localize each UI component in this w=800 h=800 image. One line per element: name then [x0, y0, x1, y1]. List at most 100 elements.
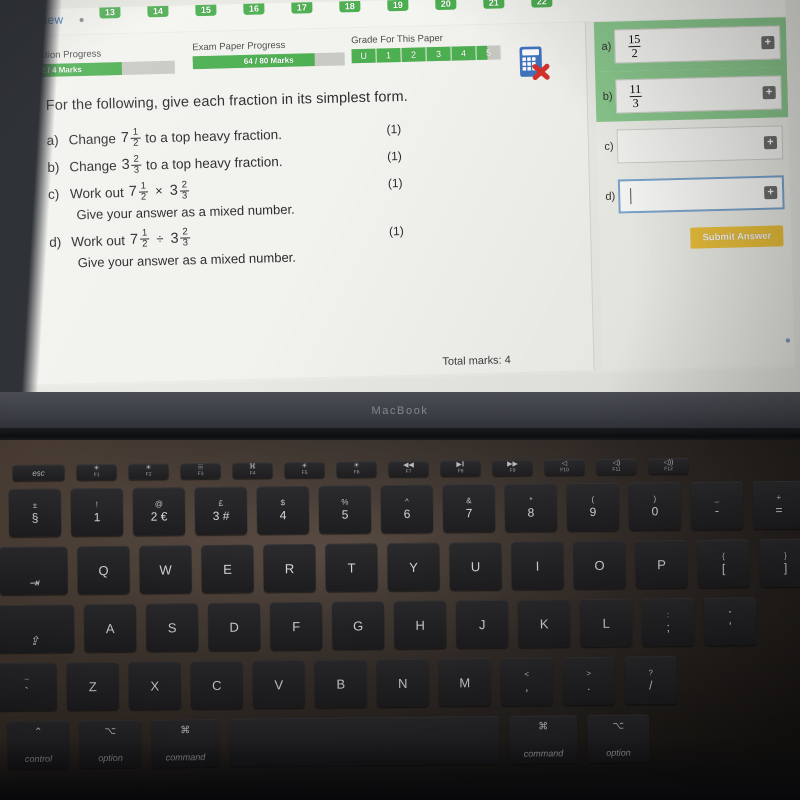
numerator: 2 [181, 178, 188, 191]
key-n[interactable]: N [376, 658, 430, 708]
key-f2[interactable]: ☀ F2 [128, 463, 169, 480]
question-chip[interactable]: 17 [291, 0, 313, 14]
key-command[interactable]: ⌘ command [509, 715, 578, 764]
question-chip[interactable]: 20 [435, 0, 457, 11]
question-body: For the following, give each fraction in… [46, 85, 570, 280]
answer-input[interactable]: 15 2 + [614, 25, 781, 64]
key-f6[interactable]: ☀ F6 [336, 461, 377, 478]
key-p[interactable]: P [635, 539, 688, 589]
insert-math-button[interactable]: + [762, 85, 776, 100]
insert-math-button[interactable]: + [763, 135, 778, 150]
key-3-#[interactable]: £3 # [194, 486, 248, 536]
overview-link[interactable]: Overview [11, 12, 63, 27]
key-v[interactable]: V [252, 660, 306, 709]
key-4[interactable]: $4 [256, 485, 310, 535]
question-chip[interactable]: 18 [339, 0, 361, 13]
key-bracket[interactable]: }] [759, 538, 800, 588]
key-option[interactable]: ⌥ option [587, 714, 650, 764]
answer-input[interactable]: + [617, 175, 785, 214]
key-capslock[interactable]: ⇪ [0, 604, 75, 654]
answer-row: c) + [596, 117, 789, 172]
denominator: 2 [138, 190, 149, 203]
key-h[interactable]: H [393, 600, 447, 650]
insert-math-button[interactable]: + [764, 185, 778, 200]
key-k[interactable]: K [517, 599, 571, 648]
key-t[interactable]: T [325, 543, 378, 592]
key-=[interactable]: + = [752, 480, 800, 530]
scroll-indicator[interactable]: ● [785, 335, 791, 346]
key-punct[interactable]: :; [641, 597, 695, 647]
key-backtick[interactable]: ~ ` [0, 662, 58, 712]
fraction: 23 [179, 178, 190, 202]
key-o[interactable]: O [573, 540, 626, 590]
submit-answer-button[interactable]: Submit Answer [690, 225, 784, 249]
key-punct[interactable]: <, [500, 657, 554, 706]
key-1[interactable]: ! 1 [70, 487, 124, 537]
key-u[interactable]: U [449, 541, 502, 591]
key-2-€[interactable]: @2 € [132, 487, 186, 536]
key-6[interactable]: ^ 6 [380, 484, 434, 534]
key-7[interactable]: & 7 [442, 484, 496, 533]
key--[interactable]: _ - [690, 481, 744, 530]
key-d[interactable]: D [207, 602, 261, 652]
key-9[interactable]: (9 [566, 482, 620, 532]
answer-input[interactable]: 11 3 + [615, 75, 783, 114]
key-e[interactable]: E [201, 544, 254, 594]
key-f12[interactable]: ◁)) F12 [648, 457, 689, 475]
key-q[interactable]: Q [77, 545, 130, 595]
key-punct[interactable]: " ' [703, 597, 757, 646]
question-chip[interactable]: 13 [99, 1, 121, 19]
key-tab[interactable]: ⇥ [0, 546, 68, 596]
key-punct[interactable]: >. [562, 656, 616, 706]
key-l[interactable]: L [579, 598, 633, 648]
key-0[interactable]: ) 0 [628, 482, 682, 531]
key-bracket[interactable]: {[ [697, 539, 750, 588]
key-§[interactable]: ± § [8, 488, 62, 538]
mixed-number: 712 [130, 228, 150, 250]
key-8[interactable]: * 8 [504, 483, 558, 532]
key-space[interactable] [229, 715, 500, 767]
key-f3[interactable]: ⌸ F3 [180, 462, 221, 480]
key-b[interactable]: B [314, 659, 368, 708]
question-chip[interactable]: 15 [195, 0, 217, 17]
question-chip[interactable]: 14 [147, 0, 169, 18]
question-chip[interactable]: 21 [483, 0, 505, 9]
insert-math-button[interactable]: + [761, 36, 775, 50]
key-punct[interactable]: ? / [624, 656, 678, 705]
key-f8[interactable]: ▶‖ F8 [440, 460, 481, 477]
key-z[interactable]: Z [66, 661, 120, 711]
key-f[interactable]: F [269, 601, 323, 651]
key-c[interactable]: C [190, 660, 244, 710]
key-control[interactable]: ⌃ control [7, 720, 70, 770]
key-f5[interactable]: ☀ F5 [284, 461, 325, 479]
key-j[interactable]: J [455, 599, 509, 649]
key-f7[interactable]: ◀◀ F7 [388, 460, 429, 478]
question-chip[interactable]: 22 [531, 0, 553, 8]
key-y[interactable]: Y [387, 542, 440, 592]
answer-label: d) [605, 190, 616, 203]
key-command[interactable]: ⌘ command [151, 718, 220, 768]
answer-input[interactable]: + [616, 125, 784, 164]
key-r[interactable]: R [263, 543, 316, 593]
key-option[interactable]: ⌥ option [79, 719, 142, 769]
key-i[interactable]: I [511, 541, 564, 590]
laptop-keyboard[interactable]: esc ☀ F1 ☀ F2 ⌸ F3 ⌘ F4 ☀ F5 ☀ F6 ◀◀ F7 ▶‖ F8 ▶▶ F9 ◁ F10 ◁) F… [0, 451, 800, 770]
key-m[interactable]: M [438, 658, 492, 707]
mixed-number: 323 [121, 153, 142, 176]
key-f10[interactable]: ◁ F10 [544, 459, 585, 476]
key-f11[interactable]: ◁) F11 [596, 458, 637, 475]
key-a[interactable]: A [83, 603, 137, 653]
key-f1[interactable]: ☀ F1 [76, 463, 117, 481]
key-g[interactable]: G [331, 601, 385, 650]
key-5[interactable]: % 5 [318, 485, 372, 534]
question-chip[interactable]: 16 [243, 0, 265, 15]
key-w[interactable]: W [139, 545, 192, 594]
key-esc[interactable]: esc [12, 464, 65, 482]
numerator: 2 [133, 153, 139, 165]
key-f9[interactable]: ▶▶ F9 [492, 459, 533, 477]
key-s[interactable]: S [145, 603, 199, 652]
key-x[interactable]: X [128, 661, 182, 710]
keyboard-row: ± §! 1 @2 € £3 # $4% 5 ^ 6 & 7 * 8(9) 0 _ - + = [8, 480, 800, 538]
question-chip[interactable]: 19 [387, 0, 409, 12]
key-f4[interactable]: ⌘ F4 [232, 462, 273, 479]
